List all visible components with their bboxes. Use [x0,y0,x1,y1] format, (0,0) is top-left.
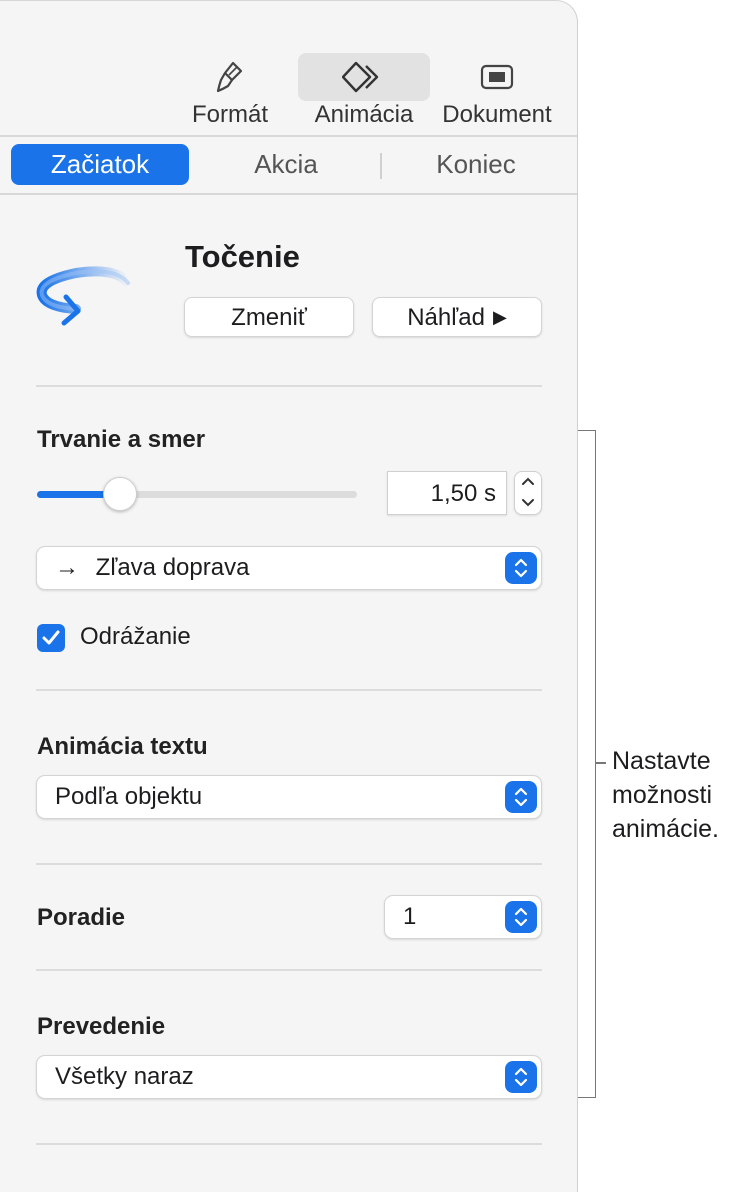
direction-arrow-icon: → [55,554,79,581]
chevron-down-icon[interactable] [515,495,541,513]
tabs-divider [0,193,577,195]
delivery-select[interactable]: Všetky naraz [36,1055,542,1099]
callout-line: Nastavte [612,747,711,775]
callout-leader [596,762,606,764]
document-label: Dokument [442,101,552,128]
section-divider [36,863,542,865]
chevron-up-icon[interactable] [515,473,541,491]
tab-action[interactable]: Akcia [200,144,372,185]
bounce-label: Odrážanie [80,623,191,650]
paintbrush-icon [184,59,276,95]
inspector-toolbar: Formát Animácia Dokument [0,1,577,136]
delivery-value: Všetky naraz [55,1063,194,1090]
duration-stepper[interactable] [514,471,542,515]
format-tab-button[interactable]: Formát [184,53,276,129]
format-label: Formát [191,101,268,128]
diamond-animation-icon [298,59,430,95]
order-select[interactable]: 1 [384,895,542,939]
callout-line: animácie. [612,815,719,843]
tab-end[interactable]: Koniec [388,144,564,185]
callout-line: možnosti [612,781,713,809]
text-animation-value: Podľa objektu [55,783,203,810]
section-divider [36,385,542,387]
updown-chevron-icon [505,552,537,584]
delivery-label: Prevedenie [37,1013,166,1040]
duration-slider[interactable] [37,491,357,498]
animation-label: Animácia [314,101,414,128]
text-animation-select[interactable]: Podľa objektu [36,775,542,819]
duration-direction-label: Trvanie a smer [37,426,206,453]
callout-text: Nastavte možnosti animácie. [612,744,719,846]
direction-select[interactable]: → Zľava doprava [36,546,542,590]
tab-separator [380,153,382,179]
updown-chevron-icon [505,901,537,933]
updown-chevron-icon [505,1061,537,1093]
animation-phase-tabs: Začiatok Akcia Koniec [0,137,577,193]
callout-bracket [578,430,596,1098]
direction-value: Zľava doprava [95,554,250,581]
section-divider [36,969,542,971]
duration-slider-knob[interactable] [103,477,138,511]
order-value: 1 [403,903,417,930]
animation-inspector-panel: Formát Animácia Dokument Začiatok Akcia … [0,0,578,1192]
preview-label: Náhľad [407,304,485,331]
section-divider [36,1143,542,1145]
change-effect-button[interactable]: Zmeniť [184,297,354,337]
tab-start[interactable]: Začiatok [11,144,189,185]
animation-tab-button[interactable]: Animácia [298,53,430,129]
bounce-checkbox[interactable] [37,624,65,652]
spin-arrow-icon [36,259,136,331]
text-animation-label: Animácia textu [37,733,208,760]
section-divider [36,689,542,691]
duration-field[interactable]: 1,50 s [387,471,507,515]
document-icon [436,59,558,95]
document-tab-button[interactable]: Dokument [436,53,558,129]
order-label: Poradie [37,904,126,931]
change-label: Zmeniť [231,304,307,331]
effect-title: Točenie [185,239,300,274]
preview-button[interactable]: Náhľad ▶ [372,297,542,337]
play-icon: ▶ [492,307,507,327]
updown-chevron-icon [505,781,537,813]
